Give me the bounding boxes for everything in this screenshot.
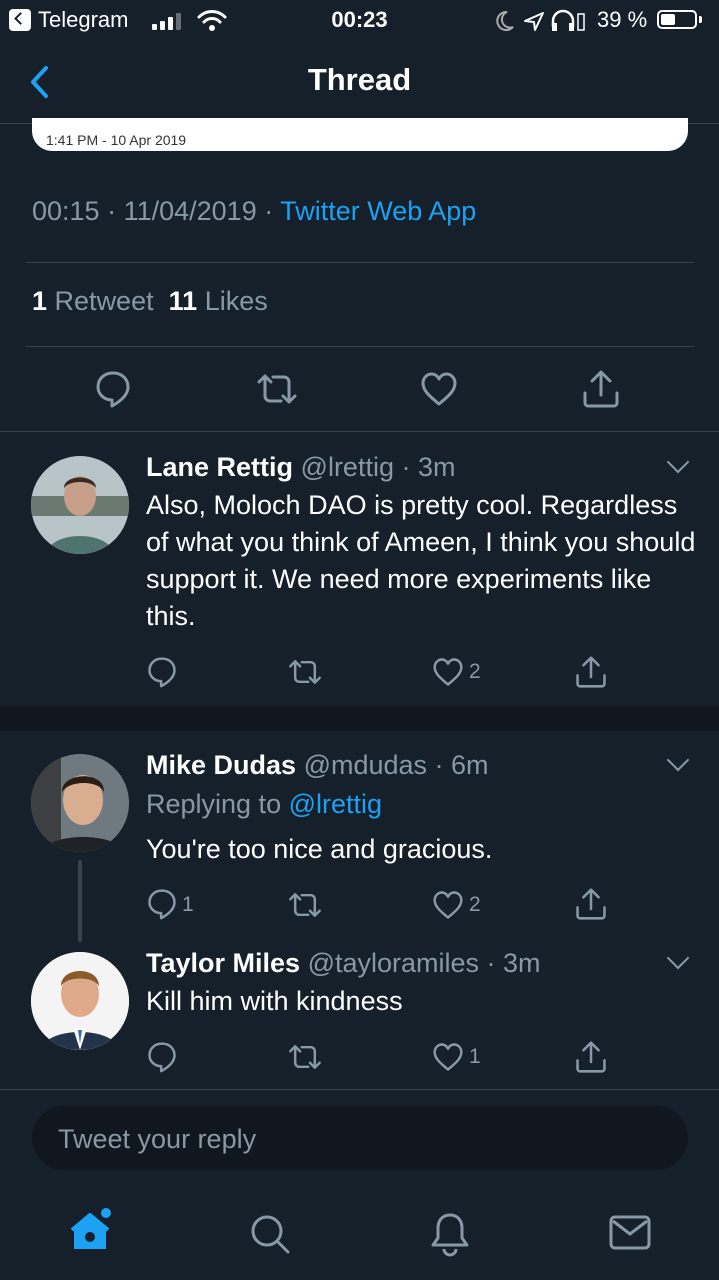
author-handle: @lrettig — [300, 452, 394, 482]
battery-icon — [657, 10, 697, 29]
reply-box[interactable] — [32, 1106, 688, 1172]
author-handle: @mdudas — [303, 750, 428, 780]
tweet-text: Kill him with kindness — [146, 986, 403, 1016]
author-name: Mike Dudas — [146, 750, 297, 780]
retweet-icon[interactable] — [255, 372, 299, 406]
headphones-icon — [551, 9, 585, 31]
divider — [26, 262, 694, 263]
tweet-author[interactable]: Lane Rettig @lrettig · 3m — [146, 452, 455, 483]
like-count: 2 — [469, 660, 481, 683]
tweet-time: 00:15 — [32, 196, 100, 226]
section-separator — [0, 706, 719, 731]
like-count: 2 — [469, 893, 481, 916]
embedded-tweet-card[interactable]: 1:41 PM - 10 Apr 2019 — [32, 118, 688, 151]
reply-icon[interactable] — [147, 1041, 177, 1073]
likes-label: Likes — [204, 286, 268, 316]
author-name: Lane Rettig — [146, 452, 294, 482]
tweet-text: You're too nice and gracious. — [146, 834, 493, 864]
like-icon[interactable] — [420, 371, 458, 407]
retweet-icon[interactable] — [287, 891, 323, 919]
notifications-icon[interactable] — [430, 1211, 470, 1257]
page-title: Thread — [307, 62, 412, 97]
retweet-icon[interactable] — [287, 658, 323, 686]
likes-stat[interactable]: 11 Likes — [169, 286, 268, 316]
tweet-author[interactable]: Mike Dudas @mdudas · 6m — [146, 750, 489, 781]
author-name: Taylor Miles — [146, 948, 301, 978]
thread-connector — [78, 860, 82, 942]
retweets-stat[interactable]: 1 Retweet — [32, 286, 154, 316]
like-icon[interactable] — [432, 890, 464, 920]
retweets-label: Retweet — [54, 286, 154, 316]
share-icon[interactable] — [582, 369, 620, 409]
divider — [26, 346, 694, 347]
like-icon[interactable] — [432, 1042, 464, 1072]
tweet-stats: 1 Retweet 11 Likes — [32, 286, 268, 317]
embedded-tweet-timestamp: 1:41 PM - 10 Apr 2019 — [46, 132, 187, 148]
location-icon — [524, 12, 544, 31]
tweet-author[interactable]: Taylor Miles @tayloramiles · 3m — [146, 948, 541, 979]
tweet-source-link[interactable]: Twitter Web App — [280, 196, 476, 226]
search-icon[interactable] — [249, 1213, 291, 1255]
reply-icon[interactable] — [95, 370, 131, 408]
tab-bar — [0, 1193, 719, 1280]
divider — [0, 431, 719, 432]
tweet-date: 11/04/2019 — [123, 196, 257, 226]
replying-to-handle[interactable]: @lrettig — [289, 789, 382, 819]
avatar[interactable] — [31, 952, 129, 1050]
replying-to: Replying to @lrettig — [146, 789, 382, 820]
share-icon[interactable] — [575, 1040, 607, 1074]
retweet-icon[interactable] — [287, 1043, 323, 1071]
author-handle: @tayloramiles — [307, 948, 480, 978]
like-count: 1 — [469, 1045, 481, 1068]
share-icon[interactable] — [575, 655, 607, 689]
divider — [0, 1089, 719, 1090]
likes-count: 11 — [168, 286, 198, 316]
navigation-bar: Thread — [0, 40, 719, 124]
tweet-text: Also, Moloch DAO is pretty cool. Regardl… — [146, 490, 696, 631]
retweets-count: 1 — [32, 286, 48, 316]
replying-to-label: Replying to — [146, 789, 282, 819]
share-icon[interactable] — [575, 887, 607, 921]
reply-count: 1 — [182, 893, 194, 916]
reply-icon[interactable] — [147, 888, 177, 920]
chevron-down-icon[interactable] — [666, 748, 690, 772]
tweet-age: 6m — [451, 750, 489, 780]
tweet-timestamp-line: 00:15 · 11/04/2019 · Twitter Web App — [32, 196, 477, 226]
messages-icon[interactable] — [609, 1215, 651, 1251]
like-icon[interactable] — [432, 657, 464, 687]
home-icon[interactable] — [70, 1207, 112, 1253]
status-icons — [496, 9, 585, 31]
moon-icon — [496, 10, 514, 31]
reply-input[interactable] — [56, 1106, 660, 1172]
chevron-down-icon[interactable] — [666, 946, 690, 970]
chevron-down-icon[interactable] — [666, 450, 690, 474]
tweet-age: 3m — [417, 452, 456, 482]
tweet-age: 3m — [503, 948, 541, 978]
reply-icon[interactable] — [147, 656, 177, 688]
battery-percent: 39 % — [597, 7, 648, 32]
status-bar: Telegram 00:23 39 % — [0, 0, 719, 40]
avatar[interactable] — [31, 754, 129, 852]
avatar[interactable] — [31, 456, 129, 554]
